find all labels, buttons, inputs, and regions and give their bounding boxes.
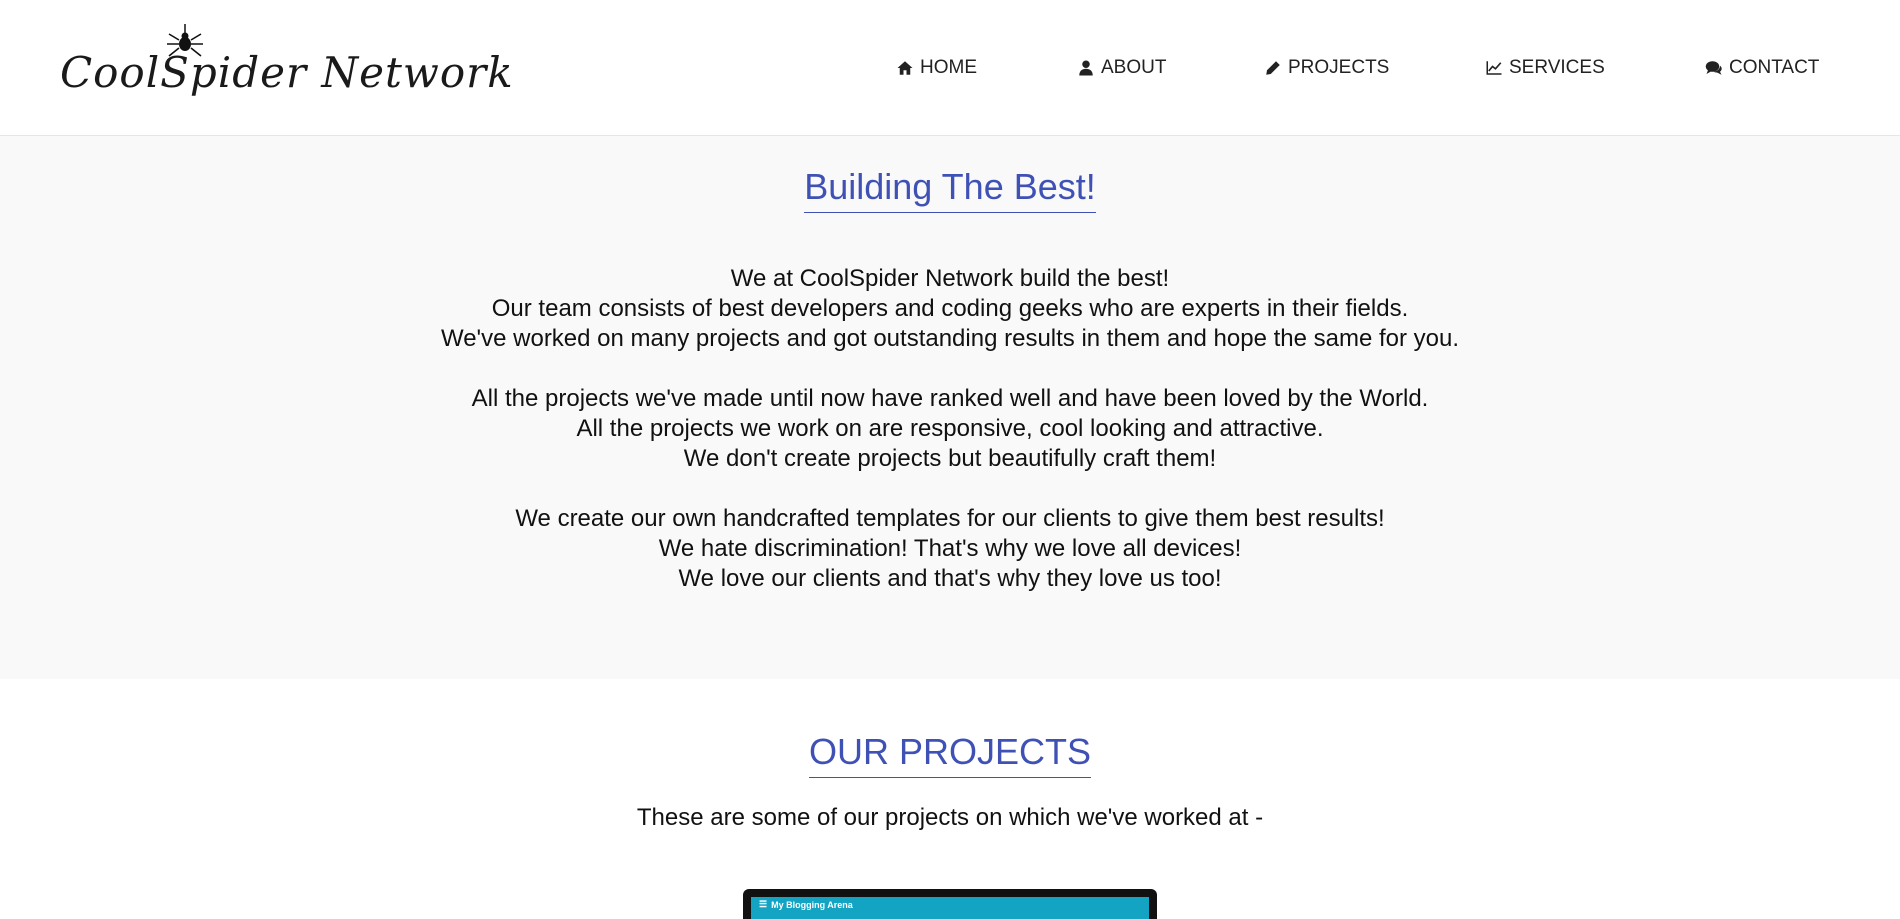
main-nav: HOME ABOUT PROJECTS SERVICES CONTACT <box>0 52 1900 84</box>
intro-section: Building The Best! We at CoolSpider Netw… <box>0 136 1900 679</box>
nav-item-projects[interactable]: PROJECTS <box>1264 52 1389 84</box>
project-preview-title: My Blogging Arena <box>771 899 853 910</box>
comments-icon <box>1705 61 1722 75</box>
user-icon <box>1079 60 1093 76</box>
projects-subtitle: These are some of our projects on which … <box>636 804 1264 831</box>
project-preview-screen: ☰ My Blogging Arena <box>751 897 1149 919</box>
home-icon <box>897 61 913 75</box>
intro-paragraph-2: All the projects we've made until now ha… <box>471 385 1429 472</box>
line-chart-icon <box>1486 61 1502 75</box>
intro-paragraph-1: We at CoolSpider Network build the best!… <box>440 265 1460 352</box>
menu-icon: ☰ <box>759 899 768 909</box>
nav-item-contact[interactable]: CONTACT <box>1705 52 1819 84</box>
nav-item-services[interactable]: SERVICES <box>1485 52 1605 84</box>
nav-label: HOME <box>920 57 977 78</box>
nav-label: ABOUT <box>1101 57 1167 78</box>
project-preview-bar: ☰ My Blogging Arena <box>759 899 853 910</box>
intro-paragraph-3: We create our own handcrafted templates … <box>515 505 1385 592</box>
nav-label: PROJECTS <box>1288 57 1390 78</box>
project-preview[interactable]: ☰ My Blogging Arena <box>743 889 1157 919</box>
pencil-icon <box>1266 61 1280 75</box>
intro-title: Building The Best! <box>0 166 1900 213</box>
nav-item-about[interactable]: ABOUT <box>1077 52 1166 84</box>
site-header: CoolSpider Network HOME ABOUT PROJECTS S… <box>0 0 1900 136</box>
nav-item-home[interactable]: HOME <box>896 52 977 84</box>
nav-label: SERVICES <box>1509 57 1605 78</box>
projects-title: OUR PROJECTS <box>0 731 1900 778</box>
nav-label: CONTACT <box>1729 57 1820 78</box>
